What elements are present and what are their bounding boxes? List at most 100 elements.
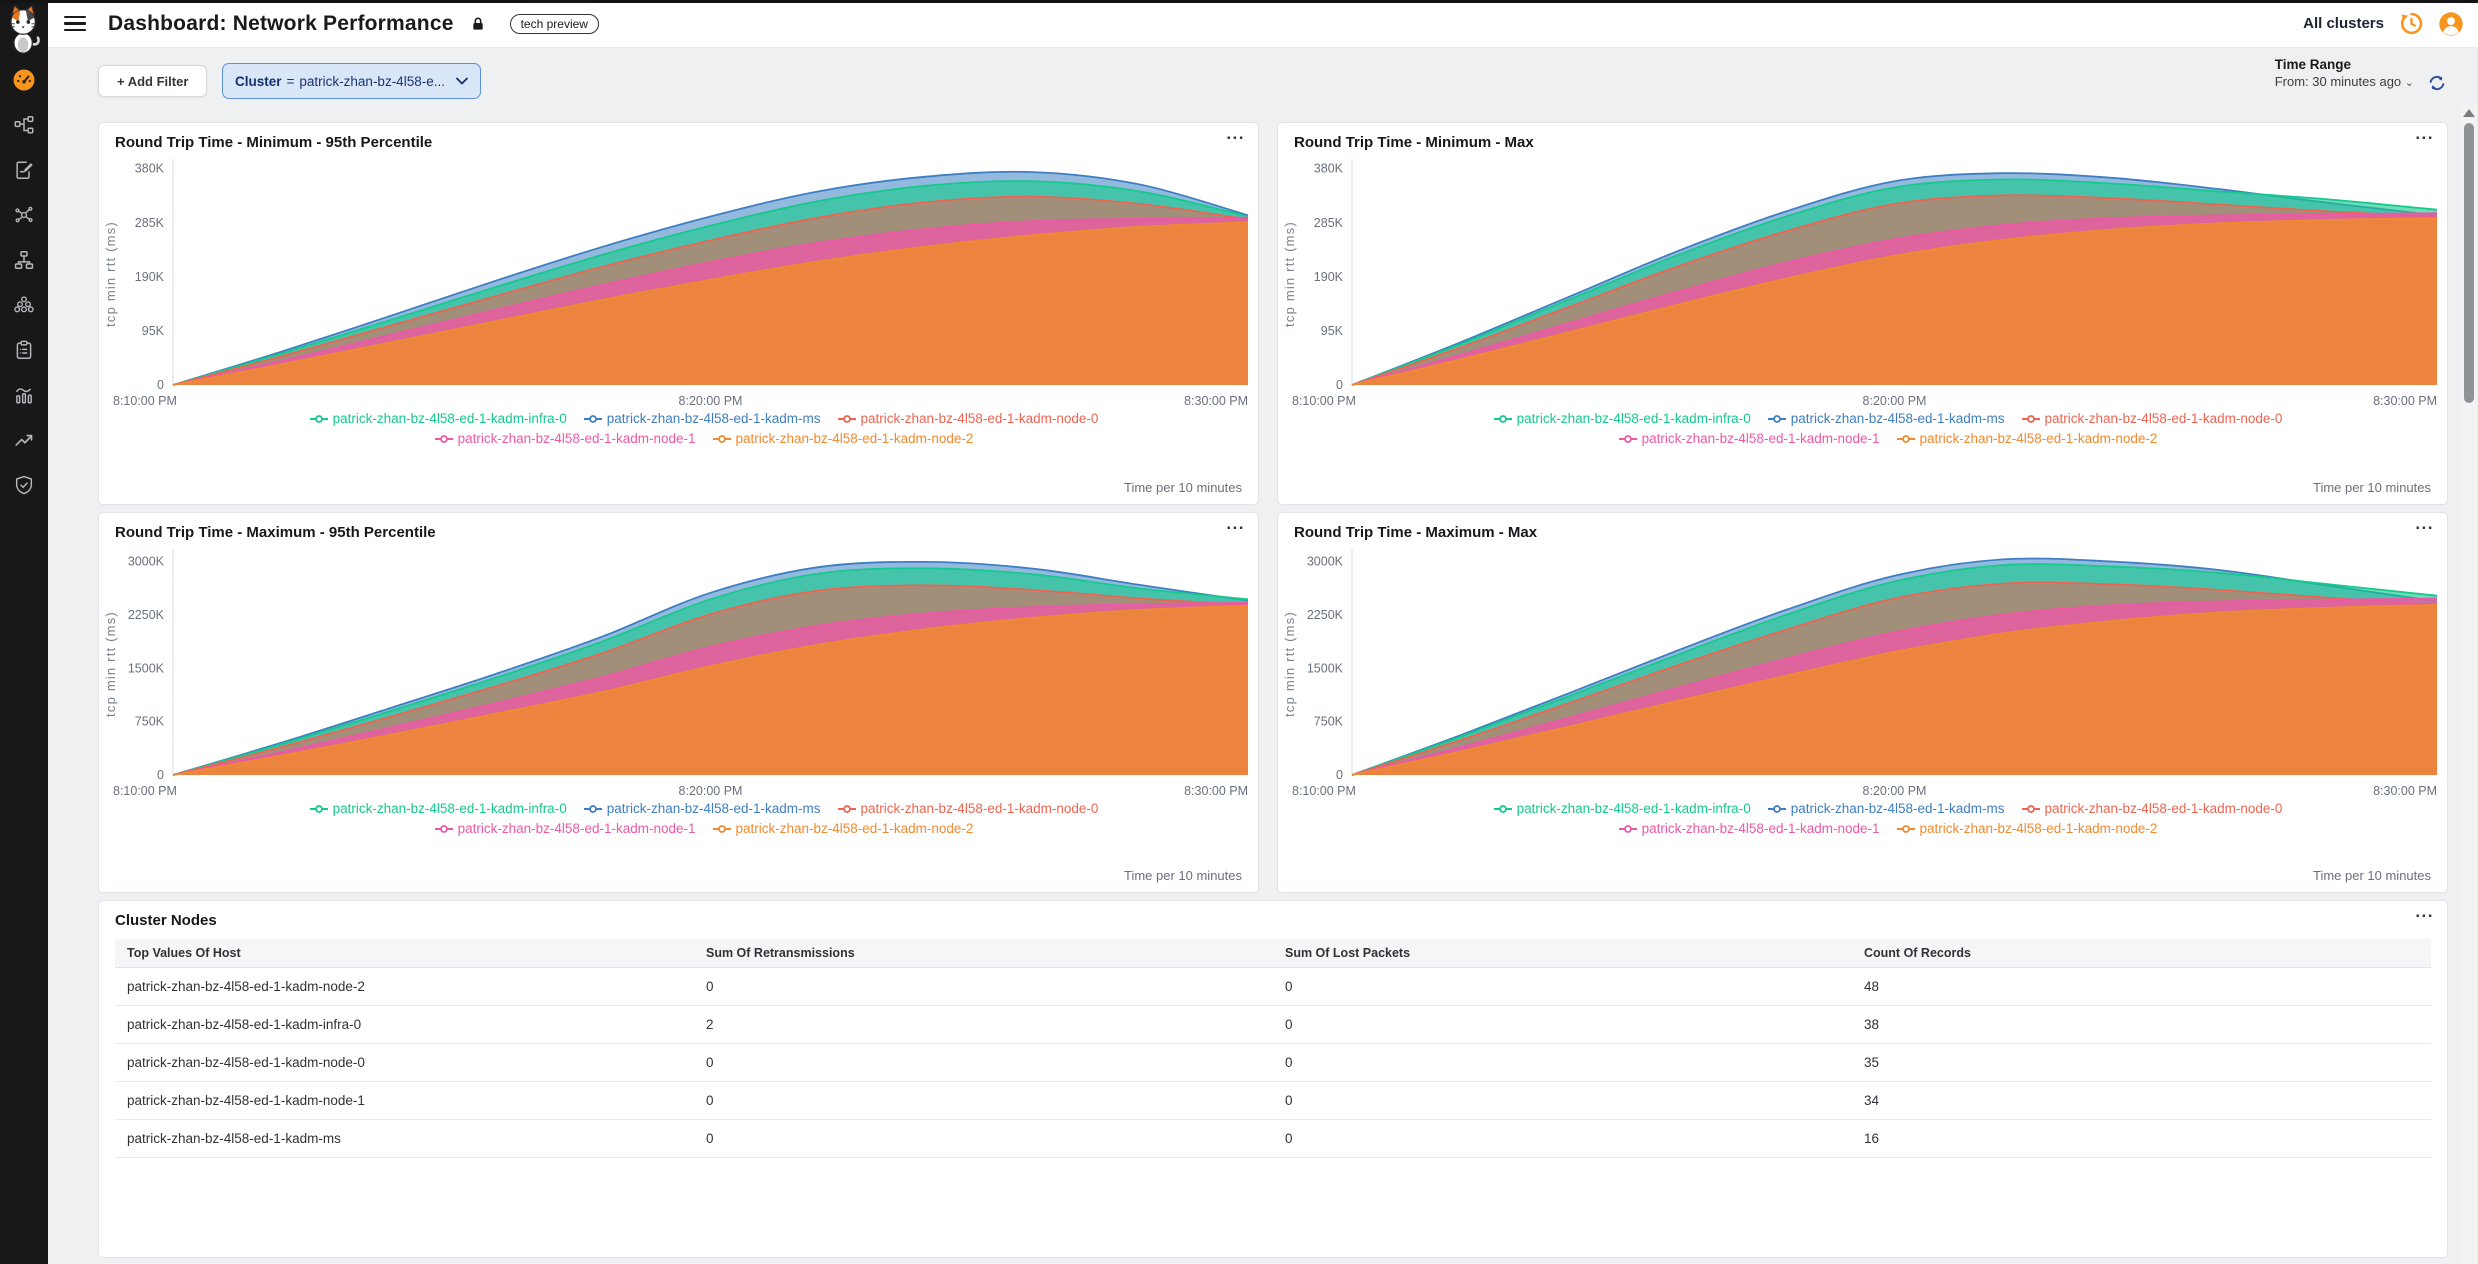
scrollbar-thumb[interactable] [2464, 123, 2474, 403]
legend-item[interactable]: patrick-zhan-bz-4l58-ed-1-kadm-infra-0 [1493, 411, 1751, 426]
dashboard-content: Round Trip Time - Minimum - 95th Percent… [48, 112, 2478, 1264]
shield-check-icon[interactable] [12, 473, 36, 497]
cat-mascot-icon [3, 3, 45, 55]
sidebar [0, 0, 48, 1264]
area-chart[interactable]: 095K190K285K380K8:10:00 PM8:20:00 PM8:30… [1278, 157, 2447, 409]
svg-text:8:30:00 PM: 8:30:00 PM [2373, 784, 2437, 798]
compliance-clipboard-icon[interactable] [12, 338, 36, 362]
time-range-label: Time Range [2275, 57, 2414, 72]
cluster-filter-chip[interactable]: Cluster = patrick-zhan-bz-4l58-e... [222, 63, 481, 99]
table-row: patrick-zhan-bz-4l58-ed-1-kadm-node-0003… [115, 1044, 2431, 1082]
trend-arrow-icon[interactable] [12, 428, 36, 452]
cluster-circles-icon[interactable] [12, 293, 36, 317]
legend-label: patrick-zhan-bz-4l58-ed-1-kadm-node-1 [458, 821, 696, 836]
legend-marker-icon [1767, 804, 1787, 814]
legend-item[interactable]: patrick-zhan-bz-4l58-ed-1-kadm-node-0 [837, 411, 1099, 426]
area-chart-svg[interactable]: 095K190K285K380K8:10:00 PM8:20:00 PM8:30… [1278, 157, 2447, 409]
time-range-value[interactable]: From: 30 minutes ago ⌄ [2275, 74, 2414, 89]
legend-item[interactable]: patrick-zhan-bz-4l58-ed-1-kadm-node-2 [712, 431, 974, 446]
table-column-header: Sum Of Retransmissions [694, 939, 1273, 968]
svg-text:0: 0 [1336, 768, 1343, 782]
area-chart[interactable]: 095K190K285K380K8:10:00 PM8:20:00 PM8:30… [99, 157, 1258, 409]
table-column-header: Sum Of Lost Packets [1273, 939, 1852, 968]
svg-text:tcp min rtt (ms): tcp min rtt (ms) [1282, 611, 1297, 717]
calico-cat-logo[interactable] [0, 0, 48, 58]
table-cell: patrick-zhan-bz-4l58-ed-1-kadm-node-0 [115, 1044, 694, 1082]
legend-label: patrick-zhan-bz-4l58-ed-1-kadm-node-1 [1642, 821, 1880, 836]
network-tree-icon[interactable] [12, 248, 36, 272]
history-icon[interactable] [2398, 11, 2424, 37]
legend-item[interactable]: patrick-zhan-bz-4l58-ed-1-kadm-ms [583, 411, 821, 426]
legend-label: patrick-zhan-bz-4l58-ed-1-kadm-node-2 [736, 431, 974, 446]
area-chart[interactable]: 0750K1500K2250K3000K8:10:00 PM8:20:00 PM… [1278, 547, 2447, 799]
svg-text:8:10:00 PM: 8:10:00 PM [1292, 784, 1356, 798]
legend-label: patrick-zhan-bz-4l58-ed-1-kadm-node-2 [736, 821, 974, 836]
panel-options-icon[interactable]: ... [2415, 905, 2434, 919]
area-chart[interactable]: 0750K1500K2250K3000K8:10:00 PM8:20:00 PM… [99, 547, 1258, 799]
sidebar-nav [12, 68, 36, 497]
legend-item[interactable]: patrick-zhan-bz-4l58-ed-1-kadm-ms [1767, 411, 2005, 426]
table-row: patrick-zhan-bz-4l58-ed-1-kadm-node-2004… [115, 968, 2431, 1006]
refresh-icon[interactable] [2426, 72, 2448, 94]
user-avatar-icon[interactable] [2438, 11, 2464, 37]
app-root: Dashboard: Network Performance tech prev… [0, 0, 2478, 1264]
legend-marker-icon [583, 804, 603, 814]
legend-item[interactable]: patrick-zhan-bz-4l58-ed-1-kadm-infra-0 [309, 801, 567, 816]
service-graph-icon[interactable] [12, 113, 36, 137]
legend-marker-icon [2021, 804, 2041, 814]
svg-text:2250K: 2250K [1307, 608, 1344, 622]
table-cell: 0 [1273, 1082, 1852, 1120]
scroll-up-arrow-icon[interactable] [2463, 109, 2475, 117]
legend-marker-icon [1767, 414, 1787, 424]
dashboard-gauge-icon[interactable] [12, 68, 36, 92]
filter-operator: = [287, 74, 295, 89]
table-cell: 34 [1852, 1082, 2431, 1120]
endpoints-molecule-icon[interactable] [12, 203, 36, 227]
legend-item[interactable]: patrick-zhan-bz-4l58-ed-1-kadm-node-2 [1896, 821, 2158, 836]
legend-item[interactable]: patrick-zhan-bz-4l58-ed-1-kadm-infra-0 [309, 411, 567, 426]
legend-label: patrick-zhan-bz-4l58-ed-1-kadm-node-1 [1642, 431, 1880, 446]
panel-rtt-min-max: Round Trip Time - Minimum - Max ... 095K… [1277, 122, 2448, 505]
panel-options-icon[interactable]: ... [2415, 517, 2434, 531]
legend-item[interactable]: patrick-zhan-bz-4l58-ed-1-kadm-node-0 [2021, 801, 2283, 816]
legend-item[interactable]: patrick-zhan-bz-4l58-ed-1-kadm-ms [583, 801, 821, 816]
policies-document-edit-icon[interactable] [12, 158, 36, 182]
activity-bar-chart-icon[interactable] [12, 383, 36, 407]
table-column-header: Top Values Of Host [115, 939, 694, 968]
panel-title: Round Trip Time - Minimum - 95th Percent… [115, 134, 432, 151]
svg-text:0: 0 [1336, 378, 1343, 392]
legend-marker-icon [1896, 824, 1916, 834]
table-cell: 48 [1852, 968, 2431, 1006]
area-chart-svg[interactable]: 0750K1500K2250K3000K8:10:00 PM8:20:00 PM… [1278, 547, 2447, 799]
legend-label: patrick-zhan-bz-4l58-ed-1-kadm-infra-0 [333, 801, 567, 816]
legend-item[interactable]: patrick-zhan-bz-4l58-ed-1-kadm-node-1 [434, 431, 696, 446]
panel-options-icon[interactable]: ... [1226, 517, 1245, 531]
vertical-scrollbar[interactable] [2461, 104, 2477, 1264]
legend-item[interactable]: patrick-zhan-bz-4l58-ed-1-kadm-node-0 [2021, 411, 2283, 426]
legend-item[interactable]: patrick-zhan-bz-4l58-ed-1-kadm-node-0 [837, 801, 1099, 816]
area-chart-svg[interactable]: 095K190K285K380K8:10:00 PM8:20:00 PM8:30… [99, 157, 1258, 409]
legend-item[interactable]: patrick-zhan-bz-4l58-ed-1-kadm-node-1 [1618, 431, 1880, 446]
legend-label: patrick-zhan-bz-4l58-ed-1-kadm-node-2 [1920, 821, 2158, 836]
legend-marker-icon [583, 414, 603, 424]
panel-options-icon[interactable]: ... [2415, 127, 2434, 141]
legend-item[interactable]: patrick-zhan-bz-4l58-ed-1-kadm-infra-0 [1493, 801, 1751, 816]
chevron-down-icon [456, 77, 468, 85]
legend-item[interactable]: patrick-zhan-bz-4l58-ed-1-kadm-node-1 [1618, 821, 1880, 836]
panel-options-icon[interactable]: ... [1226, 127, 1245, 141]
legend-label: patrick-zhan-bz-4l58-ed-1-kadm-ms [607, 411, 821, 426]
legend-item[interactable]: patrick-zhan-bz-4l58-ed-1-kadm-ms [1767, 801, 2005, 816]
legend-marker-icon [1618, 824, 1638, 834]
legend-marker-icon [309, 414, 329, 424]
add-filter-button[interactable]: + Add Filter [98, 65, 207, 97]
all-clusters-selector[interactable]: All clusters [2303, 15, 2384, 32]
filter-bar: + Add Filter Cluster = patrick-zhan-bz-4… [48, 48, 2478, 112]
legend-item[interactable]: patrick-zhan-bz-4l58-ed-1-kadm-node-2 [1896, 431, 2158, 446]
legend-item[interactable]: patrick-zhan-bz-4l58-ed-1-kadm-node-1 [434, 821, 696, 836]
area-chart-svg[interactable]: 0750K1500K2250K3000K8:10:00 PM8:20:00 PM… [99, 547, 1258, 799]
legend-item[interactable]: patrick-zhan-bz-4l58-ed-1-kadm-node-2 [712, 821, 974, 836]
svg-text:190K: 190K [1314, 270, 1344, 284]
cluster-nodes-table: Top Values Of HostSum Of Retransmissions… [115, 939, 2431, 1158]
svg-text:190K: 190K [135, 270, 165, 284]
hamburger-menu-icon[interactable] [64, 15, 86, 33]
